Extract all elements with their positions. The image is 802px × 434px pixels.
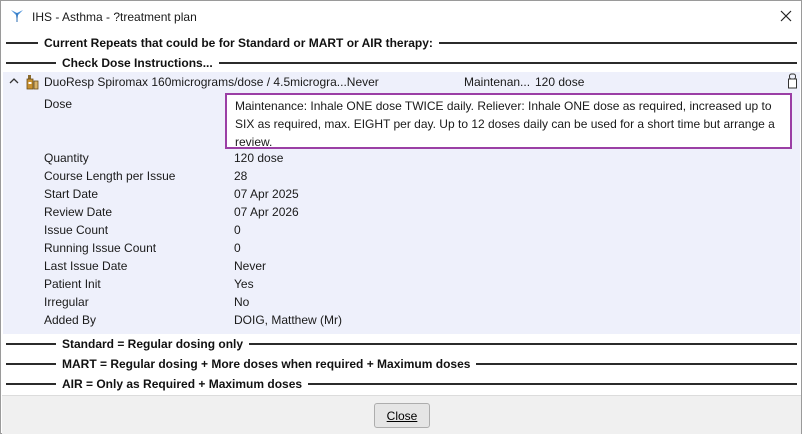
medication-panel: DuoResp Spiromax 160micrograms/dose / 4.… [3,72,800,334]
detail-value: No [234,295,250,309]
divider [6,42,38,44]
detail-label: Irregular [44,295,89,309]
check-dose-heading: Check Dose Instructions... [6,53,797,73]
divider [6,383,56,385]
detail-label: Patient Init [44,277,101,291]
divider [218,62,797,64]
detail-value: 120 dose [234,151,284,165]
detail-label: Issue Count [44,223,109,237]
detail-value: 0 [234,223,241,237]
detail-value: 07 Apr 2026 [234,205,299,219]
standard-legend: Standard = Regular dosing only [6,334,797,354]
dialog-footer: Close [2,395,801,434]
dose-instructions: Maintenance: Inhale ONE dose TWICE daily… [225,93,792,149]
medication-type: Maintenan... [464,75,531,89]
detail-value: 0 [234,241,241,255]
standard-legend-label: Standard = Regular dosing only [62,337,244,351]
title-bar: IHS - Asthma - ?treatment plan [1,1,801,32]
detail-label: Quantity [44,151,89,165]
divider [438,42,797,44]
medication-icon [24,74,40,90]
close-button[interactable]: Close [374,403,430,428]
divider [476,363,797,365]
close-icon[interactable] [773,4,799,28]
divider [249,343,797,345]
mart-legend-label: MART = Regular dosing + More doses when … [62,357,471,371]
air-legend-label: AIR = Only as Required + Maximum doses [62,377,303,391]
divider [6,62,56,64]
divider [6,343,56,345]
detail-value: 07 Apr 2025 [234,187,299,201]
detail-value: Never [234,259,267,273]
current-repeats-label: Current Repeats that could be for Standa… [44,36,433,50]
dialog-content: Current Repeats that could be for Standa… [2,32,801,394]
dose-label: Dose [44,97,73,111]
detail-value: 28 [234,169,248,183]
air-legend: AIR = Only as Required + Maximum doses [6,374,797,394]
chevron-up-icon[interactable] [8,75,20,87]
divider [308,383,797,385]
detail-label: Added By [44,313,97,327]
dialog-window: IHS - Asthma - ?treatment plan Current R… [0,0,802,434]
detail-label: Running Issue Count [44,241,157,255]
current-repeats-heading: Current Repeats that could be for Standa… [6,33,797,53]
medication-name: DuoResp Spiromax 160micrograms/dose / 4.… [44,75,379,89]
ihs-logo-icon [9,8,25,24]
detail-label: Start Date [44,187,99,201]
window-title: IHS - Asthma - ?treatment plan [32,10,197,24]
divider [6,363,56,365]
medication-row[interactable]: DuoResp Spiromax 160micrograms/dose / 4.… [3,72,800,92]
lock-icon [788,73,797,89]
medication-quantity: 120 dose [535,75,585,89]
check-dose-label: Check Dose Instructions... [62,56,213,70]
detail-label: Last Issue Date [44,259,128,273]
detail-value: Yes [234,277,254,291]
mart-legend: MART = Regular dosing + More doses when … [6,354,797,374]
detail-value: DOIG, Matthew (Mr) [234,313,343,327]
detail-label: Course Length per Issue [44,169,176,183]
detail-label: Review Date [44,205,113,219]
